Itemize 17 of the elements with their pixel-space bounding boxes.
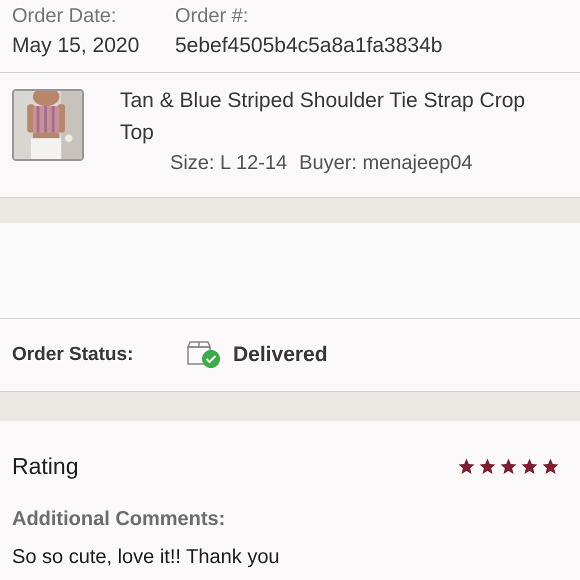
star-icon [520, 456, 539, 476]
star-icon [541, 456, 560, 476]
star-icon [499, 456, 518, 476]
order-number: 5ebef4505b4c5a8a1fa3834b [175, 33, 442, 59]
order-number-label: Order #: [175, 4, 248, 28]
comment-text: So so cute, love it!! Thank you [12, 544, 281, 570]
order-status-label: Order Status: [12, 342, 134, 367]
order-status-value: Delivered [233, 342, 328, 368]
order-date: May 15, 2020 [12, 33, 140, 59]
buyer-name: Buyer: menajeep04 [299, 151, 473, 176]
order-date-label: Order Date: [12, 4, 118, 28]
rating-title: Rating [12, 452, 78, 481]
item-title: Tan & Blue Striped Shoulder Tie Strap Crop Top [120, 88, 526, 146]
star-icon [457, 456, 476, 476]
star-icon [478, 456, 497, 476]
item-size: Size: L 12-14 [170, 151, 288, 176]
comments-label: Additional Comments: [12, 506, 226, 532]
